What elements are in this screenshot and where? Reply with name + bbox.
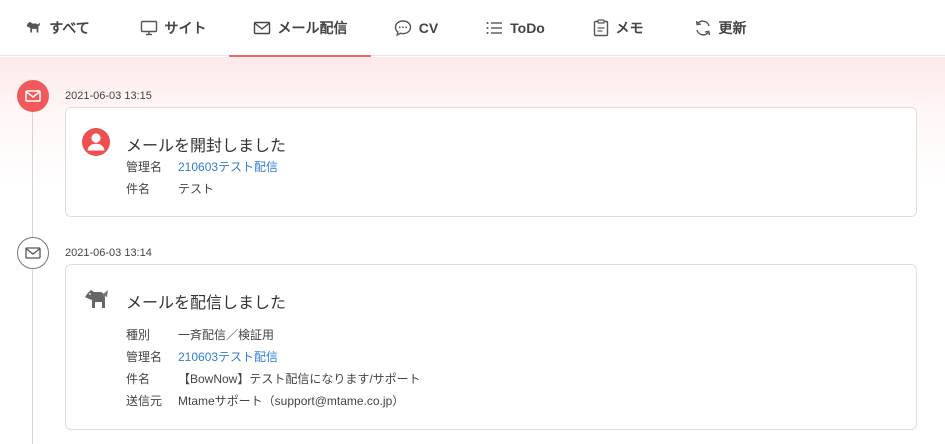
tab-todo-label: ToDo [510, 20, 545, 36]
tab-all[interactable]: すべて [14, 0, 100, 56]
campaign-name-link[interactable]: 210603テスト配信 [178, 158, 278, 175]
detail-value: Mtameサポート（support@mtame.co.jp） [178, 394, 405, 408]
event-timestamp: 2021-06-03 13:14 [65, 247, 152, 259]
tab-cv[interactable]: CV [380, 0, 452, 56]
tab-bar: すべて サイト メール配信 CV ToDo メモ 更新 [0, 0, 945, 57]
detail-label: 種別 [126, 328, 151, 342]
event-timestamp: 2021-06-03 13:15 [65, 90, 152, 102]
campaign-name-link[interactable]: 210603テスト配信 [178, 348, 278, 365]
event-title: メールを開封しました [126, 138, 287, 155]
tab-update-label: 更新 [718, 20, 747, 36]
tab-mail-delivery-label: メール配信 [277, 20, 348, 36]
envelope-icon [25, 90, 41, 102]
tab-todo[interactable]: ToDo [470, 0, 560, 56]
tab-memo[interactable]: メモ [578, 0, 658, 56]
event-card-sent: メールを配信しました 種別 一斉配信／検証用 管理名 210603テスト配信 件… [65, 264, 917, 430]
detail-row: 件名 【BowNow】テスト配信になります/サポート [126, 370, 421, 387]
detail-row: 管理名 210603テスト配信 [126, 348, 278, 365]
detail-row: 件名 テスト [126, 180, 214, 197]
activity-timeline: 2021-06-03 13:15 メールを開封しました 管理名 210603テス… [0, 57, 945, 444]
timeline-line [32, 97, 33, 444]
tab-mail-delivery[interactable]: メール配信 [229, 0, 371, 57]
detail-value: 【BowNow】テスト配信になります/サポート [178, 372, 421, 386]
event-title: メールを配信しました [126, 295, 287, 312]
detail-row: 種別 一斉配信／検証用 [126, 326, 274, 343]
detail-row: 送信元 Mtameサポート（support@mtame.co.jp） [126, 392, 404, 409]
detail-label: 送信元 [126, 394, 163, 408]
refresh-icon [695, 20, 710, 36]
timeline-marker-sent [17, 237, 49, 269]
envelope-icon [25, 247, 41, 259]
detail-label: 管理名 [126, 160, 163, 174]
tab-site[interactable]: サイト [125, 0, 221, 56]
detail-label: 件名 [126, 372, 151, 386]
detail-label: 件名 [126, 182, 151, 196]
user-avatar-icon [82, 128, 110, 156]
detail-value: 一斉配信／検証用 [178, 328, 275, 342]
monitor-icon [140, 20, 157, 36]
detail-value: テスト [178, 182, 215, 196]
detail-label: 管理名 [126, 350, 163, 364]
tab-cv-label: CV [418, 20, 439, 36]
chat-bubble-icon [394, 20, 411, 37]
timeline-marker-opened [17, 80, 49, 112]
tab-update[interactable]: 更新 [680, 0, 760, 56]
tab-all-label: すべて [49, 20, 90, 36]
clipboard-icon [593, 19, 608, 37]
event-card-opened: メールを開封しました 管理名 210603テスト配信 件名 テスト [65, 107, 917, 217]
tab-site-label: サイト [164, 20, 207, 36]
tab-memo-label: メモ [615, 20, 644, 36]
dog-icon [26, 21, 41, 33]
detail-row: 管理名 210603テスト配信 [126, 158, 278, 175]
dog-icon [85, 290, 108, 308]
envelope-icon [253, 21, 270, 35]
list-icon [486, 22, 503, 34]
